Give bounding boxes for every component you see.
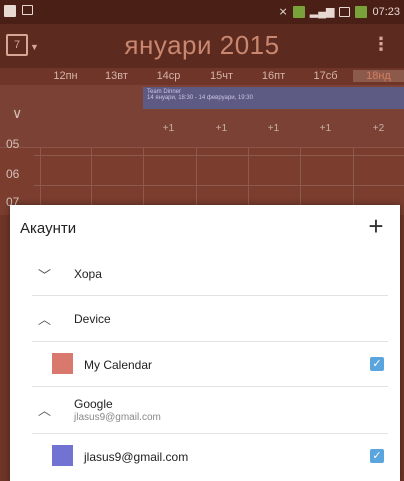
status-time: 07:23: [372, 5, 400, 18]
chevron-down-icon[interactable]: ∨: [12, 105, 22, 122]
account-group-label: Хора: [74, 267, 102, 281]
more-events-indicator[interactable]: +1: [248, 123, 299, 134]
day-header-mon[interactable]: 12пн: [40, 70, 91, 82]
account-group-label: Google: [74, 397, 113, 411]
more-events-indicator[interactable]: +1: [196, 123, 247, 134]
calendar-color-swatch: [52, 445, 73, 466]
event-block[interactable]: Team Dinner 14 януари, 18:30 - 14 февруа…: [143, 87, 404, 109]
calendar-checkbox[interactable]: ✓: [370, 449, 384, 463]
status-bar: ⨯ ▂▄▆ 07:23: [0, 0, 404, 24]
account-email: jlasus9@gmail.com: [74, 412, 161, 423]
day-header-fri[interactable]: 16пт: [248, 70, 299, 82]
calendar-row-my-calendar[interactable]: My Calendar ✓: [32, 342, 388, 386]
battery-icon: [355, 5, 368, 18]
sim2-icon: [339, 6, 351, 17]
account-group-google[interactable]: ︿ Google jlasus9@gmail.com: [32, 387, 388, 433]
signal-icon: ▂▄▆: [309, 6, 335, 18]
account-group-label: Device: [74, 312, 111, 326]
day-header-tue[interactable]: 13вт: [91, 70, 142, 82]
more-events-indicator[interactable]: +2: [353, 123, 404, 134]
calendar-name: My Calendar: [84, 358, 153, 372]
day-header-thu[interactable]: 15чт: [196, 70, 247, 82]
sim-icon: [292, 5, 305, 18]
more-events-indicator[interactable]: +1: [143, 123, 194, 134]
calendar-color-swatch: [52, 353, 73, 374]
app-bar: 7 ▼ януари 2015 ⋮: [0, 24, 404, 68]
event-time: 14 януари, 18:30 - 14 февруари, 19:30: [147, 95, 253, 101]
week-day-header: 12пн 13вт 14ср 15чт 16пт 17сб 18нд: [0, 68, 404, 85]
day-header-sun[interactable]: 18нд: [353, 70, 404, 82]
accounts-dialog: Акаунти + ﹀ Хора ︿ Device My Calendar ✓ …: [10, 205, 400, 481]
week-grid: ∨ Team Dinner 14 януари, 18:30 - 14 февр…: [0, 85, 404, 215]
calendar-name: jlasus9@gmail.com: [84, 450, 189, 464]
account-group-people[interactable]: ﹀ Хора: [32, 257, 388, 297]
calendar-row-google[interactable]: jlasus9@gmail.com ✓: [32, 434, 388, 478]
overflow-menu-icon[interactable]: ⋮: [372, 34, 390, 55]
month-title[interactable]: януари 2015: [0, 30, 404, 61]
all-day-area[interactable]: ∨ Team Dinner 14 януари, 18:30 - 14 февр…: [0, 85, 404, 148]
add-account-button[interactable]: +: [362, 212, 390, 240]
hour-label: 05: [6, 137, 20, 151]
calendar-checkbox[interactable]: ✓: [370, 357, 384, 371]
chevron-down-icon: ﹀: [38, 268, 52, 283]
day-header-sat[interactable]: 17сб: [300, 70, 351, 82]
more-events-indicator[interactable]: +1: [300, 123, 351, 134]
account-group-device[interactable]: ︿ Device: [32, 297, 388, 341]
file-icon: [4, 5, 16, 17]
chevron-up-icon: ︿: [38, 403, 52, 418]
screen-icon: [22, 5, 33, 15]
chevron-up-icon: ︿: [38, 312, 52, 327]
mute-icon: ⨯: [278, 6, 288, 18]
hour-label: 06: [6, 167, 20, 181]
dialog-title: Акаунти: [20, 220, 77, 237]
day-header-wed[interactable]: 14ср: [143, 70, 194, 82]
